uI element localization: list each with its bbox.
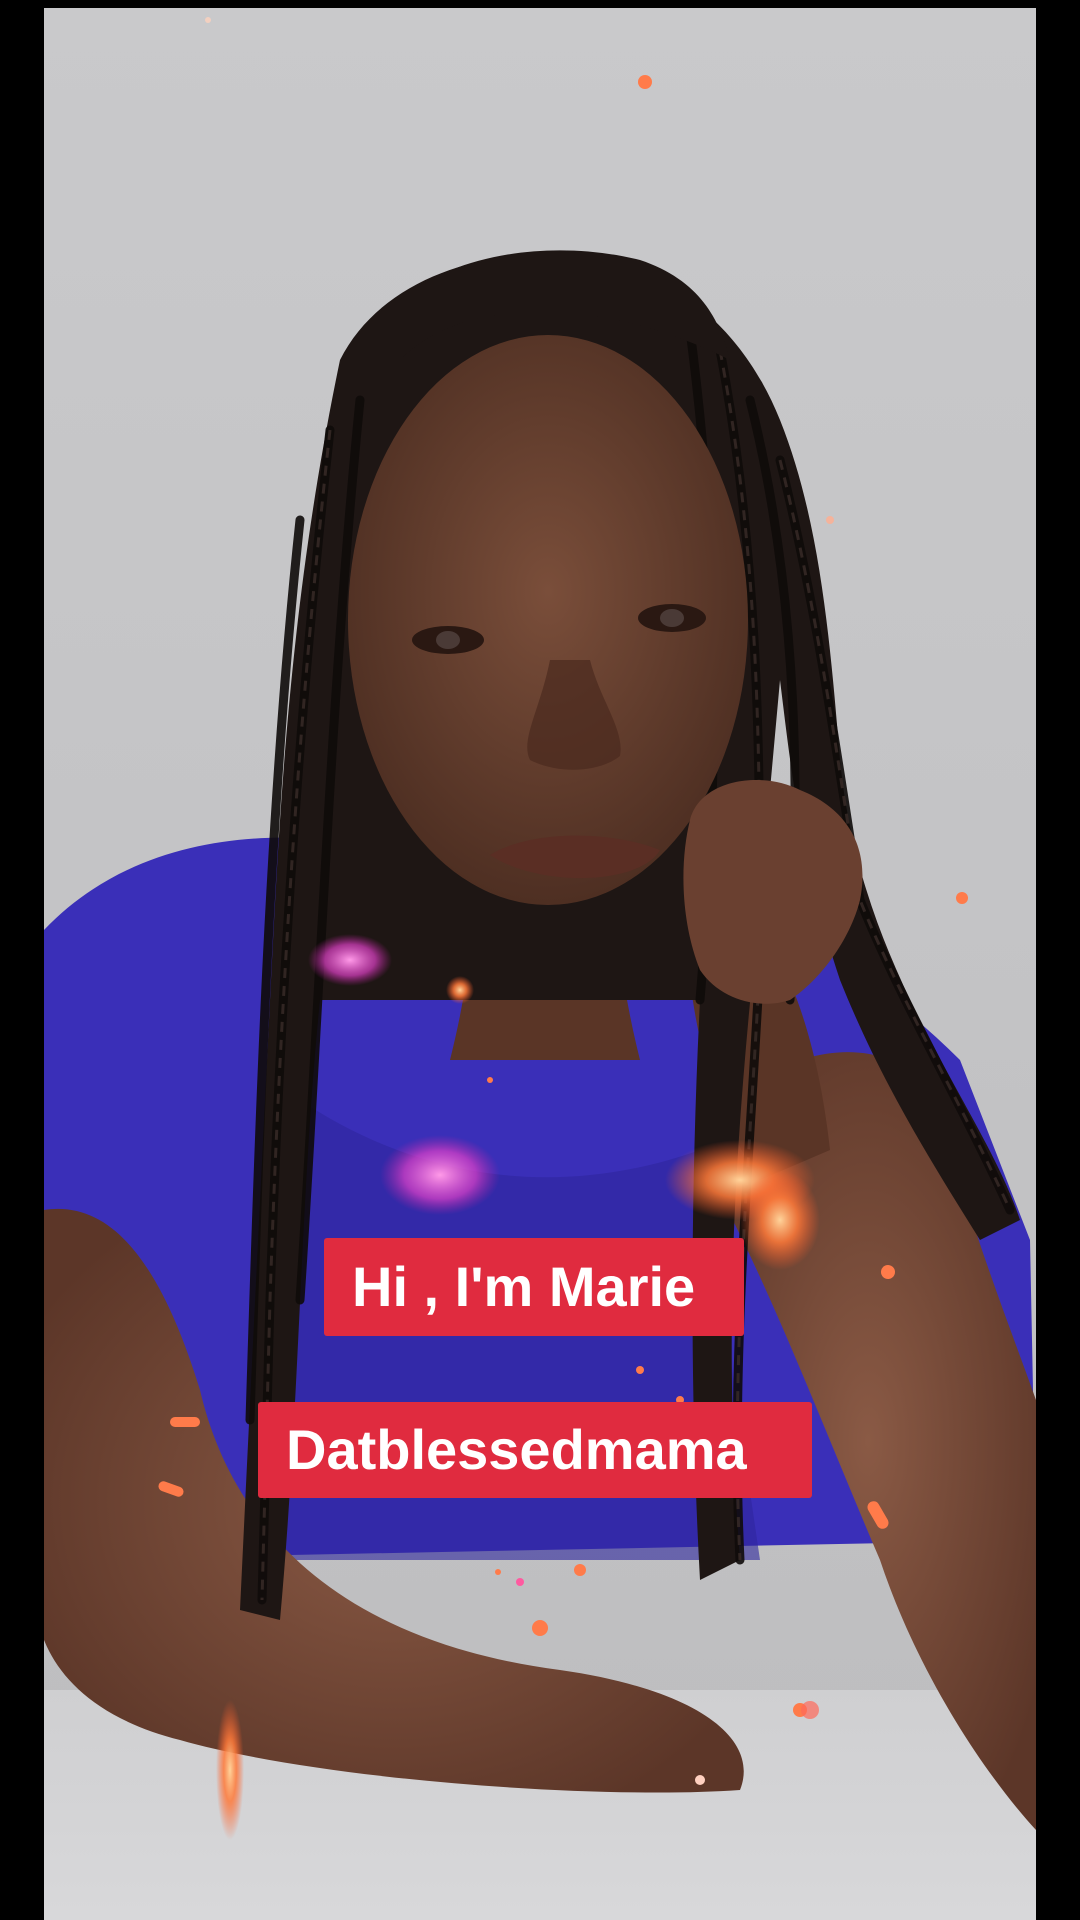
caption-greeting-text: Hi , I'm Marie <box>352 1255 696 1318</box>
video-scene <box>44 17 1036 1920</box>
pink-spark <box>380 1135 500 1215</box>
caption-username: Datblessedmama <box>258 1402 812 1498</box>
spark <box>446 976 474 1004</box>
caption-username-text: Datblessedmama <box>286 1418 747 1481</box>
video-screen[interactable]: Hi , I'm Marie Datblessedmama <box>0 0 1080 1920</box>
spark <box>740 1170 820 1270</box>
video-frame[interactable]: Hi , I'm Marie Datblessedmama <box>44 8 1036 1920</box>
pink-spark <box>308 934 392 986</box>
caption-greeting: Hi , I'm Marie <box>324 1238 744 1336</box>
spark <box>216 1700 244 1840</box>
